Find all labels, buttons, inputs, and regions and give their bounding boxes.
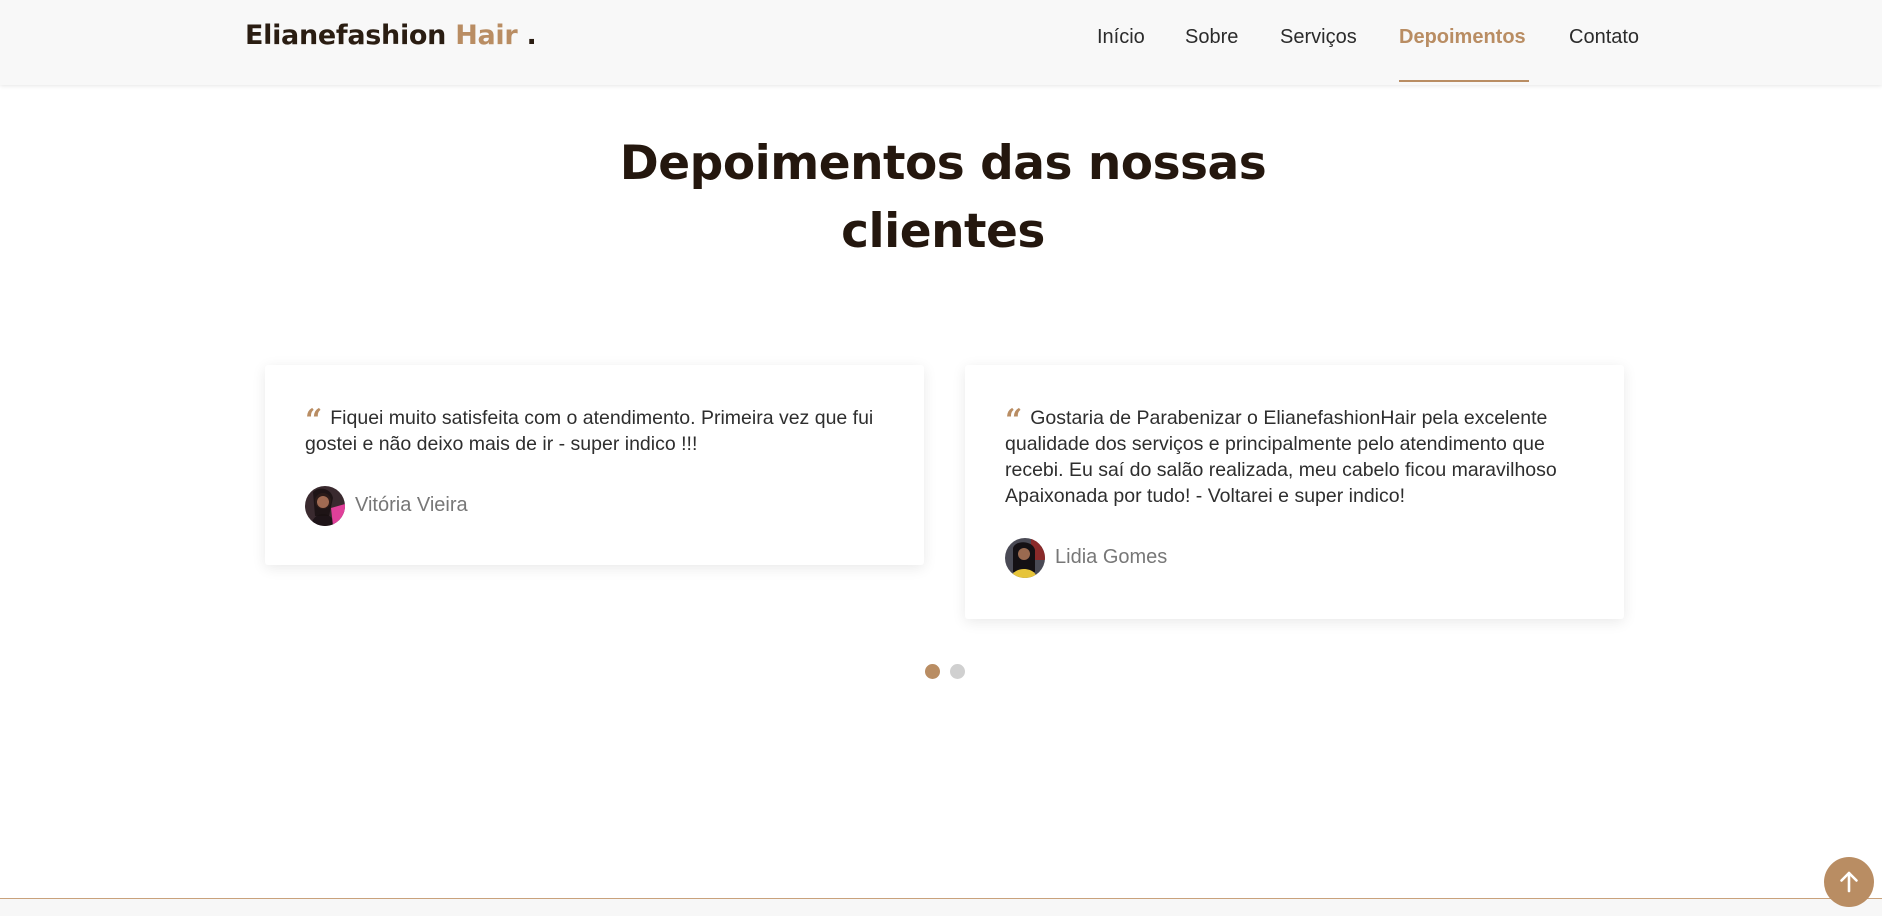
testimonial-text: Fiquei muito satisfeita com o atendiment… — [305, 407, 874, 455]
carousel-dot-1[interactable] — [925, 664, 940, 679]
testimonial-quote: “Gostaria de Parabenizar o Elianefashion… — [1005, 405, 1584, 509]
section-title-line2: clientes — [841, 204, 1045, 259]
nav-active-indicator — [1399, 80, 1529, 82]
logo-main: Elianefashion — [245, 20, 447, 51]
author-name: Lidia Gomes — [1055, 546, 1168, 568]
footer — [0, 899, 1882, 916]
logo-accent: Hair — [455, 20, 518, 51]
nav-sobre[interactable]: Sobre — [1185, 26, 1238, 49]
testimonial-text: Gostaria de Parabenizar o ElianefashionH… — [1005, 407, 1557, 507]
testimonial-card: “Fiquei muito satisfeita com o atendimen… — [265, 365, 924, 565]
avatar — [1005, 538, 1045, 578]
carousel-dot-2[interactable] — [950, 664, 965, 679]
logo-dot: . — [526, 20, 537, 51]
nav-servicos[interactable]: Serviços — [1280, 26, 1357, 49]
nav-inicio[interactable]: Início — [1097, 26, 1145, 49]
logo[interactable]: Elianefashion Hair . — [245, 20, 537, 51]
testimonial-card: “Gostaria de Parabenizar o Elianefashion… — [965, 365, 1624, 619]
back-to-top-button[interactable] — [1824, 857, 1874, 907]
site-header: Elianefashion Hair . Início Sobre Serviç… — [0, 0, 1882, 85]
section-title: Depoimentos das nossas clientes — [541, 130, 1345, 266]
testimonial-quote: “Fiquei muito satisfeita com o atendimen… — [305, 405, 884, 457]
nav-depoimentos[interactable]: Depoimentos — [1399, 26, 1526, 49]
author-name: Vitória Vieira — [355, 494, 468, 516]
arrow-up-icon — [1840, 871, 1858, 893]
nav-contato[interactable]: Contato — [1569, 26, 1639, 49]
section-title-line1: Depoimentos das nossas — [619, 136, 1267, 191]
avatar — [305, 486, 345, 526]
